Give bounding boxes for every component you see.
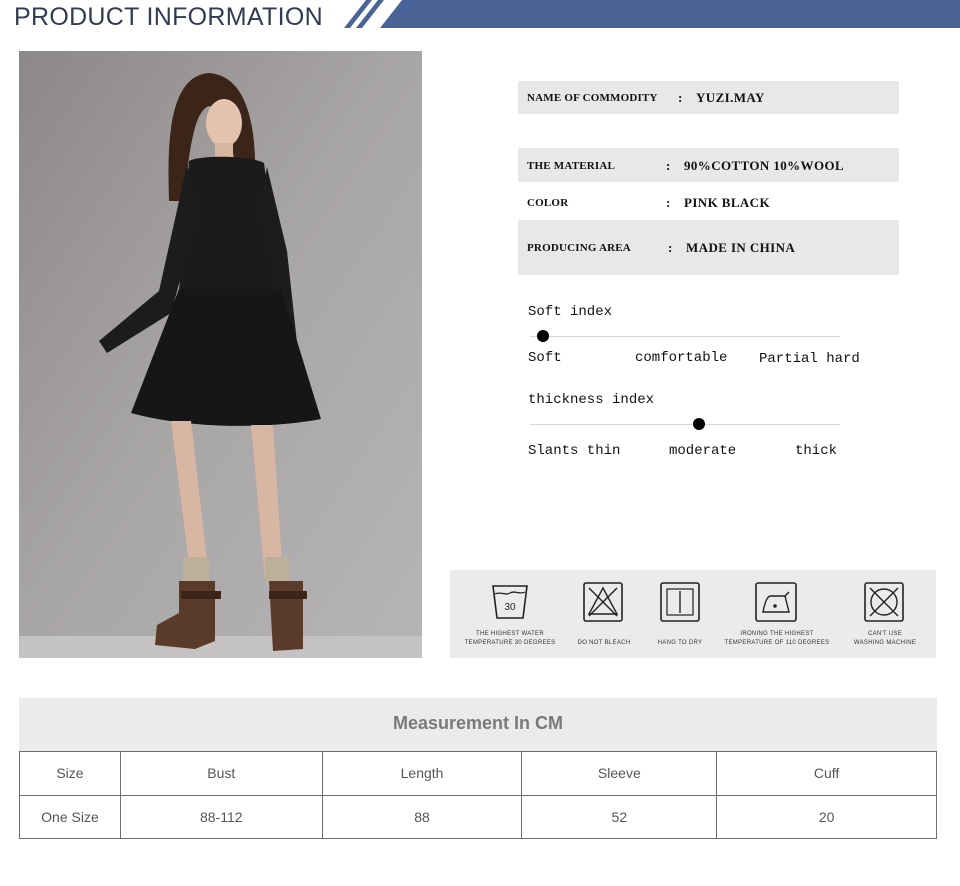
spec-label: PRODUCING AREA <box>527 242 631 254</box>
spec-colon: : <box>666 158 671 173</box>
care-label-line2: WASHING MACHINE <box>853 640 917 646</box>
measurement-table: Size Bust Length Sleeve Cuff One Size 88… <box>19 751 937 839</box>
table-header-cell: Length <box>321 751 523 796</box>
table-cell: One Size <box>19 794 121 839</box>
spec-value: PINK BLACK <box>684 195 770 210</box>
spec-colon: : <box>668 240 673 255</box>
thickness-index-track <box>530 424 840 425</box>
spec-colon: : <box>666 195 671 210</box>
care-label-line2: HANG TO DRY <box>657 640 703 646</box>
wash-temperature: 30 <box>504 602 516 613</box>
measurement-title: Measurement In CM <box>19 698 937 751</box>
care-panel: 30 THE HIGHEST WATER TEMPERATURE 30 DEGR… <box>450 570 936 658</box>
care-label-line1: CAN'T USE <box>867 631 903 637</box>
care-label: IRONING THE HIGHEST TEMPERATURE OF 110 D… <box>722 630 832 648</box>
spec-row-producing-area: PRODUCING AREA : MADE IN CHINA <box>518 220 899 275</box>
soft-index-marker <box>537 330 549 342</box>
care-item-dry: HANG TO DRY <box>625 570 735 658</box>
no-machine-wash-icon <box>864 582 904 622</box>
spec-colon: : <box>678 90 683 105</box>
soft-index-label-low: Soft <box>528 350 562 366</box>
table-header-row: Size Bust Length Sleeve Cuff <box>19 751 937 796</box>
product-photo <box>19 51 422 658</box>
table-header-cell: Cuff <box>716 751 937 796</box>
spec-row-material: THE MATERIAL : 90%COTTON 10%WOOL <box>518 148 899 182</box>
spec-row-color: COLOR : PINK BLACK <box>518 186 899 216</box>
care-item-iron: IRONING THE HIGHEST TEMPERATURE OF 110 D… <box>722 570 832 658</box>
soft-index-label-high: Partial hard <box>759 351 860 367</box>
table-row: One Size 88-112 88 52 20 <box>19 794 937 839</box>
soft-index-track <box>530 336 840 337</box>
care-item-machine: CAN'T USE WASHING MACHINE <box>830 570 940 658</box>
spec-label: THE MATERIAL <box>527 160 616 172</box>
spec-value: MADE IN CHINA <box>686 240 796 255</box>
thickness-index-marker <box>693 418 705 430</box>
care-label: CAN'T USE WASHING MACHINE <box>830 630 940 648</box>
header-banner <box>344 0 960 28</box>
spec-label: NAME OF COMMODITY <box>527 92 658 104</box>
thickness-index-label-mid: moderate <box>669 443 737 459</box>
spec-row-commodity: NAME OF COMMODITY : YUZI.MAY <box>518 81 899 114</box>
spec-value: 90%COTTON 10%WOOL <box>684 158 845 173</box>
wash-30-icon: 30 <box>492 585 528 619</box>
table-header-cell: Bust <box>119 751 323 796</box>
table-header-cell: Sleeve <box>521 751 718 796</box>
page-title: PRODUCT INFORMATION <box>14 3 323 31</box>
spec-label: COLOR <box>527 197 569 209</box>
soft-index-label-mid: comfortable <box>635 350 728 366</box>
do-not-bleach-icon <box>583 582 623 622</box>
table-cell: 88 <box>321 794 523 839</box>
table-cell: 52 <box>521 794 718 839</box>
care-label-line1 <box>625 630 735 639</box>
spec-value: YUZI.MAY <box>696 90 765 105</box>
table-header-cell: Size <box>19 751 121 796</box>
iron-110-icon <box>755 582 797 622</box>
table-cell: 20 <box>716 794 937 839</box>
thickness-index-label-high: thick <box>795 443 838 459</box>
care-label-line2: TEMPERATURE OF 110 DEGREES <box>724 640 830 646</box>
hang-to-dry-icon <box>660 582 700 622</box>
thickness-index-label-low: Slants thin <box>528 443 621 459</box>
care-label-line1: IRONING THE HIGHEST <box>740 631 814 637</box>
table-cell: 88-112 <box>119 794 323 839</box>
soft-index-title: Soft index <box>528 304 613 320</box>
care-label: HANG TO DRY <box>625 630 735 648</box>
thickness-index-title: thickness index <box>528 392 655 408</box>
